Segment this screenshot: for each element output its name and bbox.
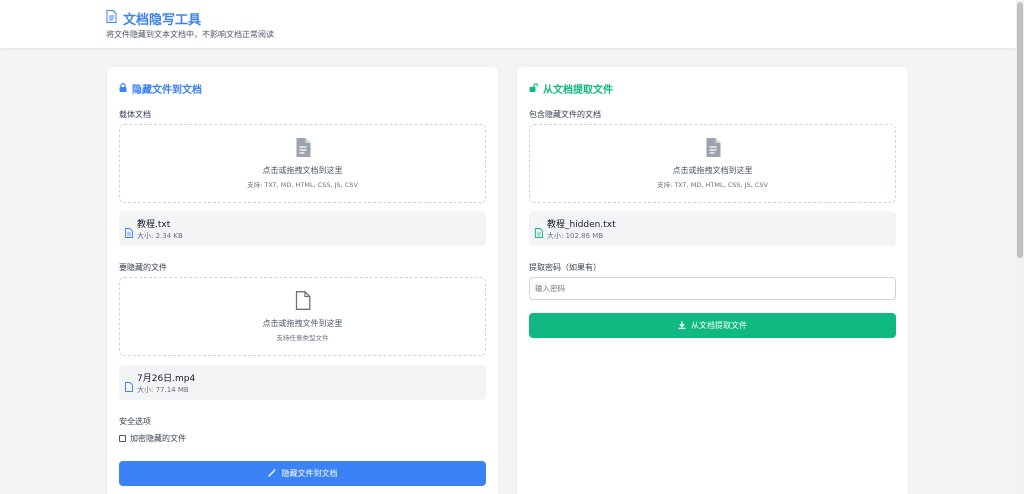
carrier-dropzone-hint: 支持: TXT, MD, HTML, CSS, JS, CSV — [247, 181, 358, 189]
secret-file-item: 7月26日.mp4 大小: 77.14 MB — [119, 365, 486, 400]
carrier-file-size: 大小: 2.34 KB — [137, 232, 183, 240]
page-scrollbar[interactable] — [1016, 0, 1024, 494]
file-icon — [535, 223, 543, 242]
secret-file-size: 大小: 77.14 MB — [137, 386, 189, 394]
secret-dropzone-hint: 支持任意类型文件 — [276, 334, 329, 342]
document-icon — [106, 10, 117, 27]
hide-file-button-label: 隐藏文件到文档 — [281, 469, 338, 478]
encrypt-checkbox[interactable] — [119, 435, 126, 442]
extract-file-size: 大小: 102.86 MB — [547, 232, 604, 240]
carrier-dropzone[interactable]: 点击或拖拽文档到这里 支持: TXT, MD, HTML, CSS, JS, C… — [119, 124, 486, 203]
extract-file-button-label: 从文档提取文件 — [691, 321, 747, 330]
extract-file-name: 教程_hidden.txt — [547, 220, 616, 230]
magic-wand-icon — [267, 468, 277, 479]
extract-file-panel: 从文档提取文件 包含隐藏文件的文档 点击或拖拽文档到这里 支持: TXT, MD… — [517, 67, 908, 494]
hide-panel-title: 隐藏文件到文档 — [119, 81, 202, 96]
extract-dropzone-text: 点击或拖拽文档到这里 — [672, 166, 753, 175]
secret-file-label: 要隐藏的文件 — [119, 263, 167, 272]
scrollbar-thumb[interactable] — [1017, 2, 1023, 258]
extract-dropzone[interactable]: 点击或拖拽文档到这里 支持: TXT, MD, HTML, CSS, JS, C… — [529, 124, 896, 203]
hide-file-panel: 隐藏文件到文档 载体文档 点击或拖拽文档到这里 支持: TXT, MD, HTM… — [107, 67, 498, 494]
carrier-file-name: 教程.txt — [137, 220, 171, 230]
hide-panel-title-text: 隐藏文件到文档 — [132, 85, 202, 96]
password-label: 提取密码（如果有） — [529, 263, 601, 272]
hide-file-button[interactable]: 隐藏文件到文档 — [119, 461, 486, 486]
lock-icon — [119, 82, 127, 95]
app-subtitle: 将文件隐藏到文本文档中，不影响文档正常阅读 — [106, 30, 274, 39]
doc-with-hidden-label: 包含隐藏文件的文档 — [529, 110, 601, 119]
file-text-icon — [295, 138, 310, 161]
carrier-dropzone-text: 点击或拖拽文档到这里 — [262, 166, 343, 175]
app-header: 文档隐写工具 将文件隐藏到文本文档中，不影响文档正常阅读 — [0, 0, 1016, 48]
extract-panel-title-text: 从文档提取文件 — [543, 85, 613, 96]
encrypt-option[interactable]: 加密隐藏的文件 — [119, 433, 186, 444]
security-options-label: 安全选项 — [119, 417, 151, 426]
carrier-doc-label: 载体文档 — [119, 110, 151, 119]
password-input[interactable] — [529, 277, 896, 300]
extract-file-button[interactable]: 从文档提取文件 — [529, 313, 896, 338]
secret-dropzone-text: 点击或拖拽文件到这里 — [262, 319, 343, 328]
unlock-icon — [529, 82, 539, 95]
extract-panel-title: 从文档提取文件 — [529, 81, 613, 96]
file-icon — [125, 223, 133, 242]
secret-file-name: 7月26日.mp4 — [137, 374, 196, 384]
app-title: 文档隐写工具 — [106, 9, 201, 28]
download-icon — [678, 321, 686, 331]
carrier-file-item: 教程.txt 大小: 2.34 KB — [119, 211, 486, 246]
blank-file-icon — [295, 291, 310, 314]
app-title-text: 文档隐写工具 — [123, 13, 202, 28]
file-icon — [125, 377, 133, 396]
encrypt-checkbox-label: 加密隐藏的文件 — [130, 434, 186, 443]
secret-file-dropzone[interactable]: 点击或拖拽文件到这里 支持任意类型文件 — [119, 277, 486, 356]
extract-file-item: 教程_hidden.txt 大小: 102.86 MB — [529, 211, 896, 246]
extract-dropzone-hint: 支持: TXT, MD, HTML, CSS, JS, CSV — [657, 181, 768, 189]
file-text-icon — [705, 138, 720, 161]
